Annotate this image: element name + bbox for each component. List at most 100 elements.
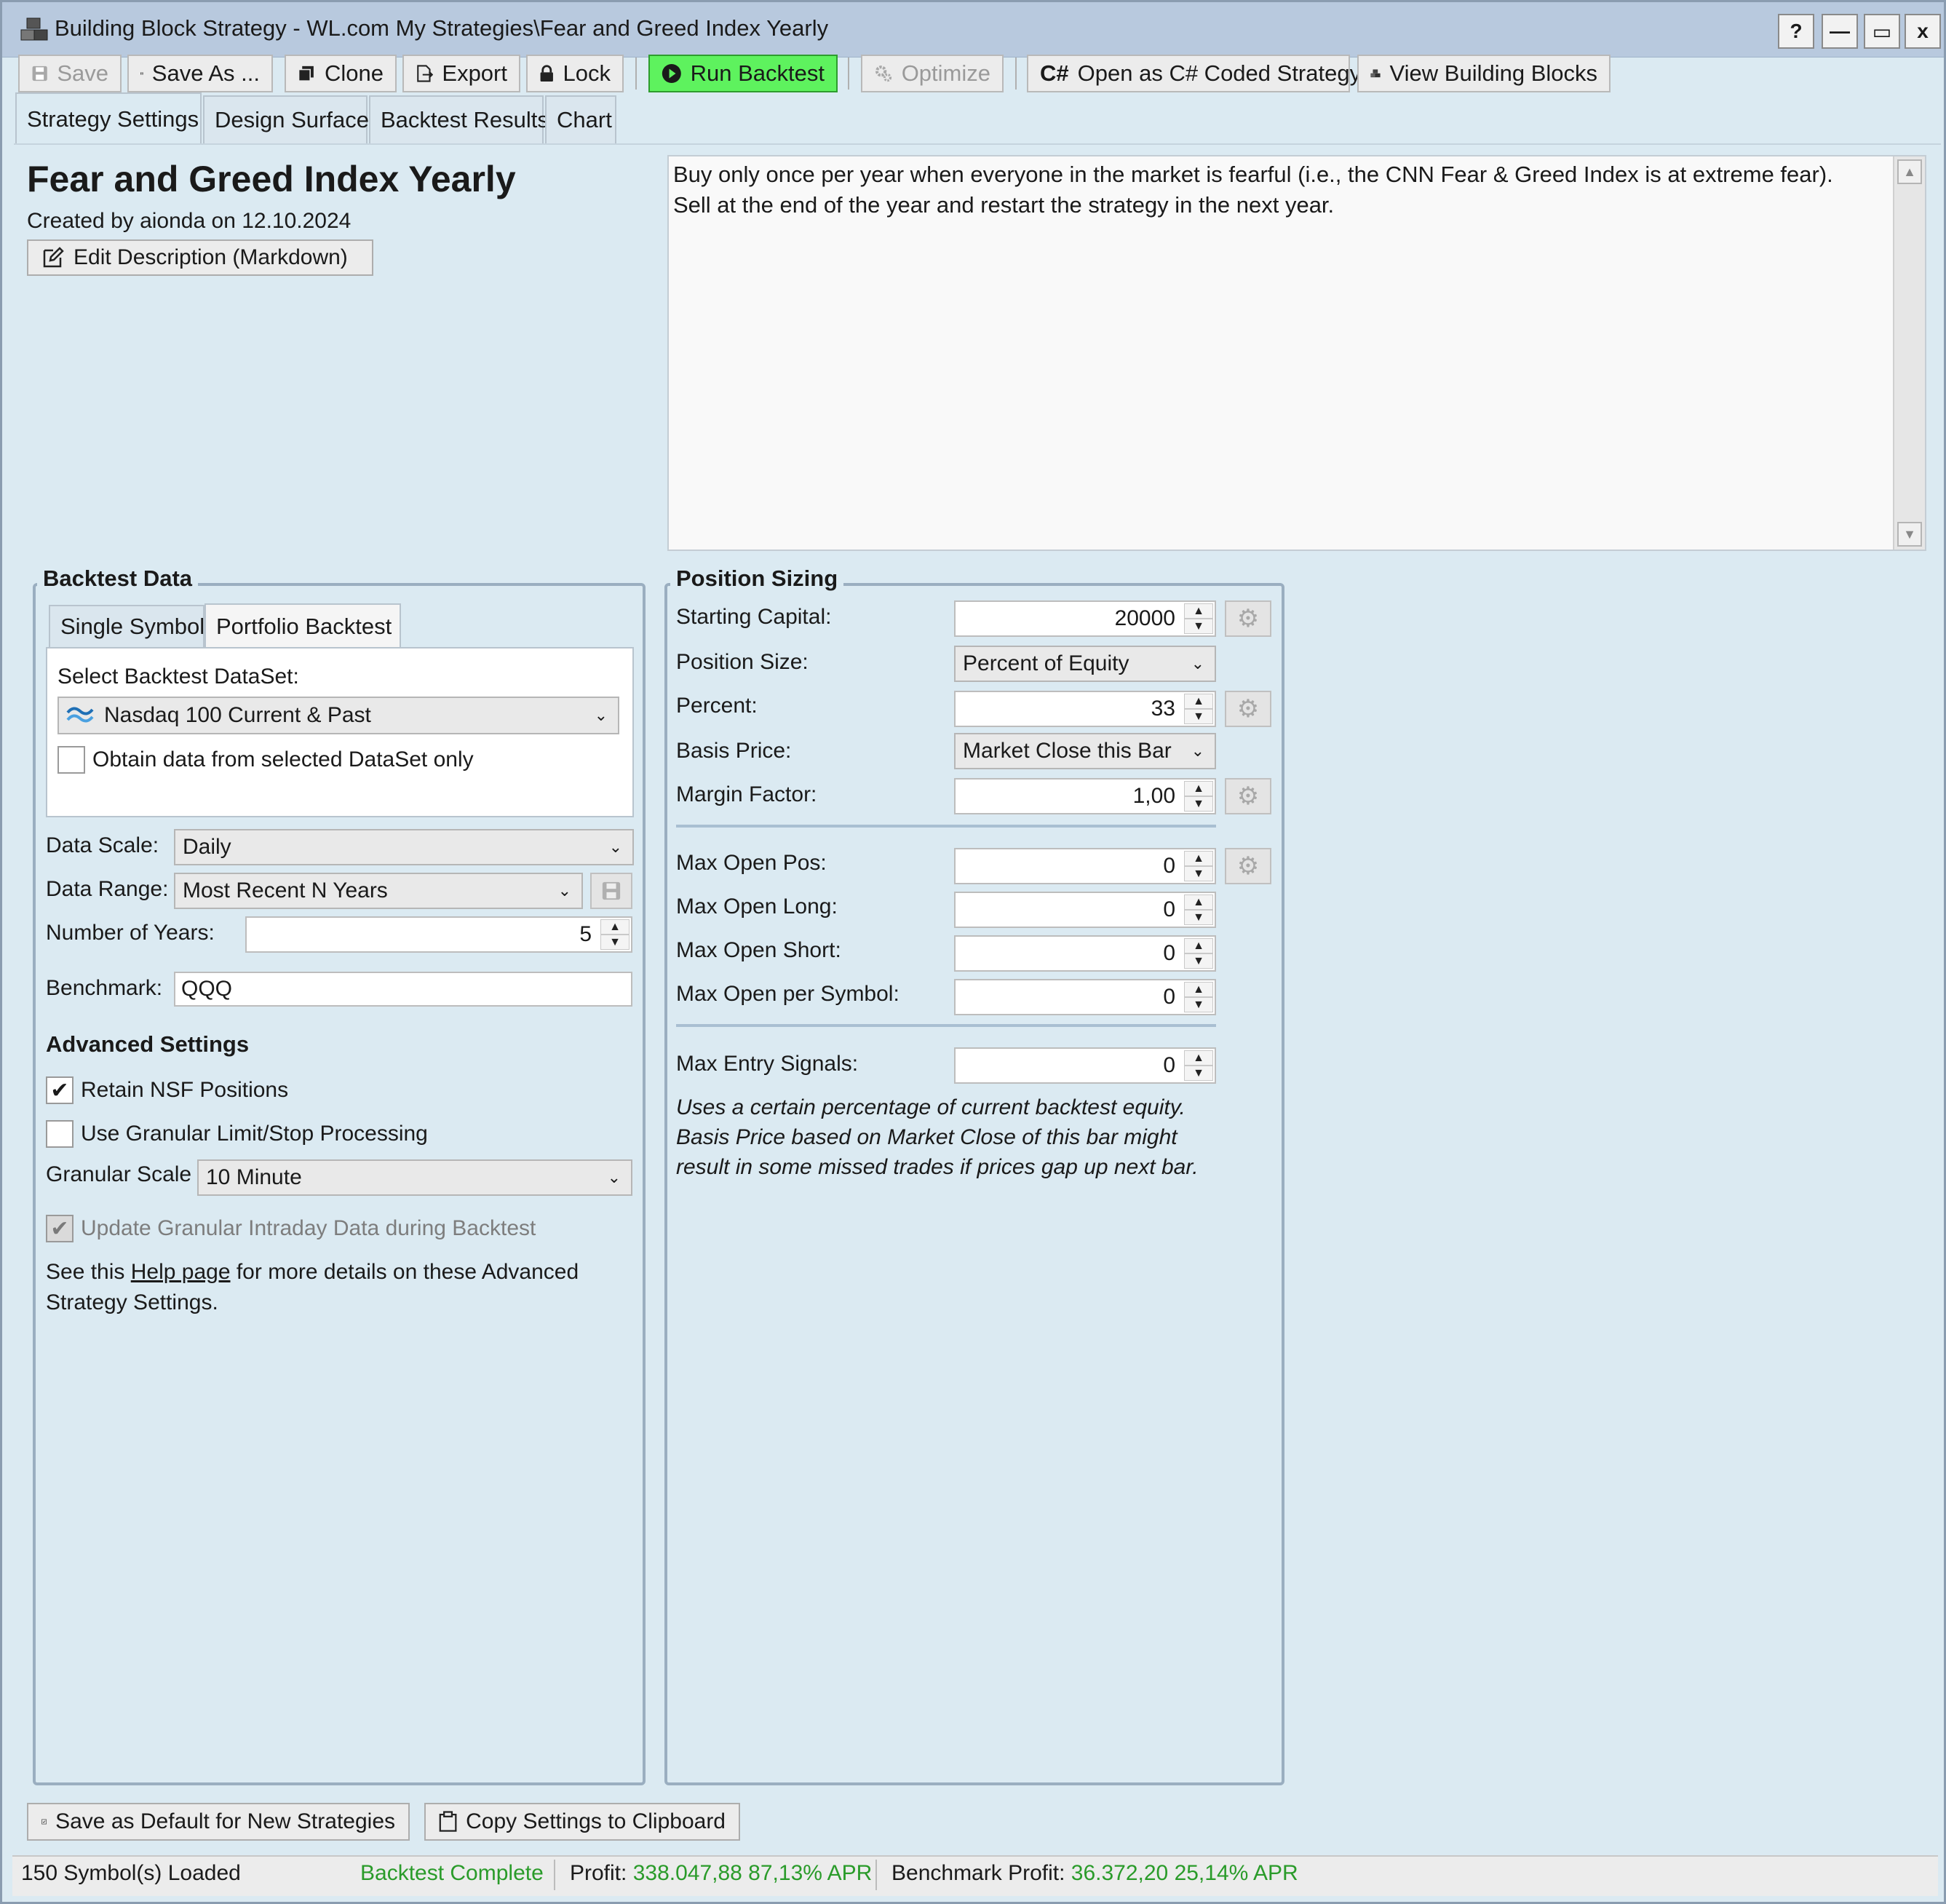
symbols-loaded-text: 150 Symbol(s) Loaded xyxy=(21,1861,241,1885)
status-separator xyxy=(554,1860,555,1890)
data-scale-label: Data Scale: xyxy=(46,833,159,857)
max-open-short-input[interactable]: 0 ▲ ▼ xyxy=(954,935,1216,972)
stepper-up-icon[interactable]: ▲ xyxy=(1184,895,1213,910)
update-granular-checkbox[interactable]: ✔ xyxy=(46,1215,74,1242)
export-button[interactable]: Export xyxy=(402,55,520,92)
profit-value: 338.047,88 87,13% APR xyxy=(632,1861,873,1885)
copy-settings-button[interactable]: Copy Settings to Clipboard xyxy=(424,1803,740,1841)
obtain-only-checkbox[interactable] xyxy=(57,746,85,774)
open-csharp-button[interactable]: C# Open as C# Coded Strategy xyxy=(1027,55,1361,92)
stepper-down-icon[interactable]: ▼ xyxy=(1184,1066,1213,1081)
max-open-short-stepper[interactable]: ▲ ▼ xyxy=(1184,938,1213,969)
margin-factor-label: Margin Factor: xyxy=(676,782,817,806)
max-open-long-input[interactable]: 0 ▲ ▼ xyxy=(954,892,1216,928)
percent-input[interactable]: 33 ▲ ▼ xyxy=(954,691,1216,727)
lock-icon xyxy=(540,65,553,82)
starting-capital-optimize-button[interactable]: ⚙ xyxy=(1225,600,1271,637)
tab-strategy-settings[interactable]: Strategy Settings xyxy=(15,92,202,145)
margin-factor-optimize-button[interactable]: ⚙ xyxy=(1225,778,1271,814)
description-scrollbar[interactable]: ▲ ▼ xyxy=(1893,156,1925,550)
percent-stepper[interactable]: ▲ ▼ xyxy=(1184,694,1213,724)
stepper-down-icon[interactable]: ▼ xyxy=(600,935,630,950)
created-by-text: Created by aionda on 12.10.2024 xyxy=(27,209,352,233)
benchmark-profit-text: Benchmark Profit: 36.372,20 25,14% APR xyxy=(891,1861,1298,1885)
max-entry-signals-input[interactable]: 0 ▲ ▼ xyxy=(954,1047,1216,1084)
stepper-up-icon[interactable]: ▲ xyxy=(1184,603,1213,619)
run-backtest-button[interactable]: Run Backtest xyxy=(648,55,838,92)
num-years-stepper[interactable]: ▲ ▼ xyxy=(600,919,630,950)
max-open-per-symbol-stepper[interactable]: ▲ ▼ xyxy=(1184,982,1213,1012)
stepper-down-icon[interactable]: ▼ xyxy=(1184,709,1213,724)
stepper-down-icon[interactable]: ▼ xyxy=(1184,866,1213,881)
starting-capital-input[interactable]: 20000 ▲ ▼ xyxy=(954,600,1216,637)
csharp-icon: C# xyxy=(1040,60,1069,86)
clone-button[interactable]: Clone xyxy=(285,55,397,92)
save-as-button[interactable]: Save As ... xyxy=(127,55,273,92)
help-button[interactable]: ? xyxy=(1778,14,1814,49)
stepper-down-icon[interactable]: ▼ xyxy=(1184,910,1213,925)
scroll-up-icon[interactable]: ▲ xyxy=(1897,159,1922,184)
stepper-down-icon[interactable]: ▼ xyxy=(1184,796,1213,812)
select-dataset-label: Select Backtest DataSet: xyxy=(57,665,299,689)
position-size-select[interactable]: Percent of Equity ⌄ xyxy=(954,646,1216,682)
subtab-portfolio-backtest[interactable]: Portfolio Backtest xyxy=(204,603,401,648)
tab-design-surface[interactable]: Design Surface xyxy=(203,95,369,143)
stepper-down-icon[interactable]: ▼ xyxy=(1184,997,1213,1012)
toolbar-separator xyxy=(635,57,637,90)
tab-backtest-results[interactable]: Backtest Results xyxy=(369,95,549,143)
save-button[interactable]: Save xyxy=(18,55,122,92)
max-open-pos-stepper[interactable]: ▲ ▼ xyxy=(1184,851,1213,881)
help-page-link[interactable]: Help page xyxy=(131,1260,231,1284)
stepper-up-icon[interactable]: ▲ xyxy=(1184,851,1213,866)
window-title: Building Block Strategy - WL.com My Stra… xyxy=(55,15,829,41)
benchmark-input[interactable]: QQQ xyxy=(174,972,632,1007)
save-as-default-button[interactable]: Save as Default for New Strategies xyxy=(27,1803,410,1841)
minimize-button[interactable]: — xyxy=(1822,14,1858,49)
max-open-short-label: Max Open Short: xyxy=(676,938,841,962)
stepper-up-icon[interactable]: ▲ xyxy=(1184,694,1213,709)
data-range-select[interactable]: Most Recent N Years ⌄ xyxy=(174,873,583,909)
basis-price-label: Basis Price: xyxy=(676,739,792,763)
stepper-up-icon[interactable]: ▲ xyxy=(1184,982,1213,997)
maximize-button[interactable]: ▭ xyxy=(1864,14,1900,49)
chevron-down-icon: ⌄ xyxy=(594,706,608,724)
data-scale-select[interactable]: Daily ⌄ xyxy=(174,829,634,865)
scroll-down-icon[interactable]: ▼ xyxy=(1897,522,1922,547)
stepper-up-icon[interactable]: ▲ xyxy=(1184,938,1213,953)
starting-capital-stepper[interactable]: ▲ ▼ xyxy=(1184,603,1213,634)
retain-nsf-checkbox[interactable]: ✔ xyxy=(46,1076,74,1104)
edit-description-button[interactable]: Edit Description (Markdown) xyxy=(27,239,373,276)
subtab-single-symbol[interactable]: Single Symbol xyxy=(49,605,204,647)
stepper-down-icon[interactable]: ▼ xyxy=(1184,619,1213,634)
description-box[interactable]: Buy only once per year when everyone in … xyxy=(667,155,1926,551)
chevron-down-icon: ⌄ xyxy=(557,881,571,900)
max-open-per-symbol-input[interactable]: 0 ▲ ▼ xyxy=(954,979,1216,1015)
benchmark-profit-value: 36.372,20 25,14% APR xyxy=(1071,1861,1298,1885)
close-button[interactable]: x xyxy=(1905,14,1941,49)
lock-button[interactable]: Lock xyxy=(526,55,624,92)
max-entry-signals-stepper[interactable]: ▲ ▼ xyxy=(1184,1050,1213,1081)
help-text: See this Help page for more details on t… xyxy=(46,1260,579,1284)
dataset-select[interactable]: Nasdaq 100 Current & Past ⌄ xyxy=(57,697,619,734)
num-years-input[interactable]: 5 ▲ ▼ xyxy=(245,916,632,953)
tab-chart[interactable]: Chart xyxy=(545,95,616,143)
num-years-label: Number of Years: xyxy=(46,921,215,945)
percent-optimize-button[interactable]: ⚙ xyxy=(1225,691,1271,727)
max-open-pos-optimize-button[interactable]: ⚙ xyxy=(1225,848,1271,884)
stepper-up-icon[interactable]: ▲ xyxy=(600,919,630,935)
save-range-button[interactable] xyxy=(590,873,632,909)
granular-scale-select[interactable]: 10 Minute ⌄ xyxy=(197,1159,632,1196)
max-open-long-stepper[interactable]: ▲ ▼ xyxy=(1184,895,1213,925)
basis-price-select[interactable]: Market Close this Bar ⌄ xyxy=(954,733,1216,769)
margin-factor-input[interactable]: 1,00 ▲ ▼ xyxy=(954,778,1216,814)
optimize-button[interactable]: Optimize xyxy=(861,55,1004,92)
gear-icon: ⚙ xyxy=(1236,695,1260,723)
stepper-up-icon[interactable]: ▲ xyxy=(1184,1050,1213,1066)
stepper-down-icon[interactable]: ▼ xyxy=(1184,953,1213,969)
title-bar[interactable]: Building Block Strategy - WL.com My Stra… xyxy=(2,2,1944,57)
granular-limit-checkbox[interactable] xyxy=(46,1120,74,1148)
stepper-up-icon[interactable]: ▲ xyxy=(1184,781,1213,796)
margin-factor-stepper[interactable]: ▲ ▼ xyxy=(1184,781,1213,812)
view-building-blocks-button[interactable]: View Building Blocks xyxy=(1357,55,1611,92)
max-open-pos-input[interactable]: 0 ▲ ▼ xyxy=(954,848,1216,884)
